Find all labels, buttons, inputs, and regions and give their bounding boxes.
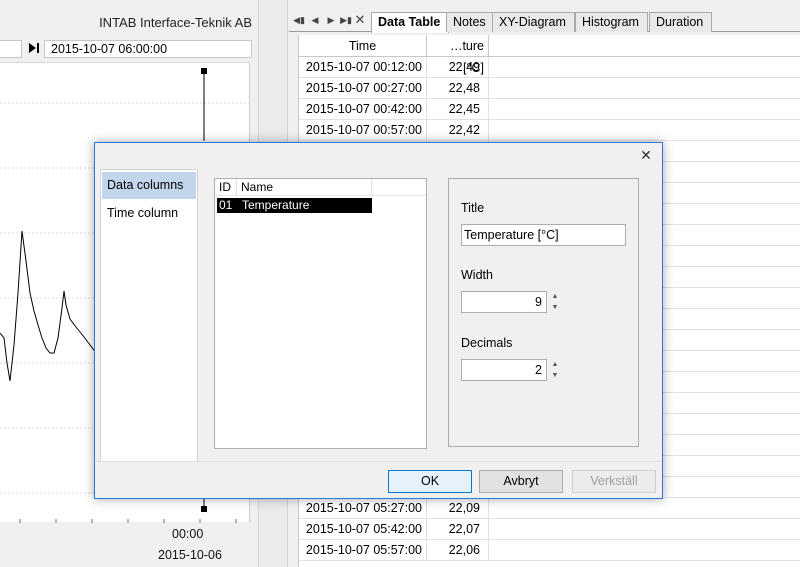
nav-start-field[interactable] [0, 40, 22, 58]
time-cell: 2015-10-07 00:57:00 [299, 120, 427, 141]
temperature-cell: 22,09 [427, 498, 489, 519]
width-down-icon[interactable]: ▼ [549, 302, 561, 313]
x-axis-ticks [19, 519, 237, 523]
cursor-marker-top [201, 68, 207, 74]
time-cell: 2015-10-07 05:27:00 [299, 498, 427, 519]
prev-tab-icon[interactable]: ◀ [309, 13, 321, 27]
time-cell: 2015-10-07 05:57:00 [299, 540, 427, 561]
play-forward-button[interactable] [27, 41, 41, 57]
temperature-series-line [0, 230, 97, 382]
list-item[interactable]: 01 Temperature [217, 198, 372, 213]
time-cell: 2015-10-07 00:12:00 [299, 57, 427, 78]
last-tab-icon[interactable]: ▶▮ [340, 13, 352, 27]
time-cell: 2015-10-07 00:27:00 [299, 78, 427, 99]
title-label: Title [461, 201, 485, 215]
width-label: Width [461, 268, 493, 282]
list-item-id: 01 [219, 198, 233, 212]
table-row[interactable]: 2015-10-07 05:27:00 22,09 [299, 498, 800, 519]
decimals-label: Decimals [461, 336, 513, 350]
list-header-id[interactable]: ID [215, 179, 237, 196]
width-stepper[interactable]: 9 [461, 291, 547, 313]
tab-histogram[interactable]: Histogram [575, 12, 648, 32]
list-item-name: Temperature [242, 198, 310, 212]
step-forward-icon [29, 43, 39, 53]
column-header-time[interactable]: Time [299, 35, 427, 57]
table-row[interactable]: 2015-10-07 00:27:00 22,48 [299, 78, 800, 99]
temperature-cell: 22,42 [427, 120, 489, 141]
tab-notes[interactable]: Notes [446, 12, 495, 32]
table-row[interactable]: 2015-10-07 00:42:00 22,45 [299, 99, 800, 120]
apply-button[interactable]: Verkställ [572, 470, 656, 493]
tab-xy-diagram[interactable]: XY-Diagram [492, 12, 575, 32]
table-row[interactable]: 2015-10-07 05:57:00 22,06 [299, 540, 800, 561]
close-icon[interactable]: ✕ [638, 147, 654, 163]
width-spin-buttons: ▲ ▼ [549, 291, 561, 313]
temperature-cell: 22,48 [427, 78, 489, 99]
decimals-spin-buttons: ▲ ▼ [549, 359, 561, 381]
temperature-cell: 22,06 [427, 540, 489, 561]
nav-item-time-column[interactable]: Time column [102, 200, 196, 227]
table-row[interactable]: 2015-10-07 00:12:00 22,49 [299, 57, 800, 78]
column-properties-panel: Title Width 9 ▲ ▼ Decimals 2 ▲ ▼ [448, 178, 639, 447]
list-header: ID Name [215, 179, 426, 196]
table-header: Time …ture [°C] [299, 35, 800, 75]
table-row[interactable]: 2015-10-07 05:42:00 22,07 [299, 519, 800, 540]
tab-data-table[interactable]: Data Table [371, 12, 450, 33]
chart-navigation: 2015-10-07 06:00:00 [0, 38, 258, 60]
x-axis-time-label: 00:00 [172, 527, 204, 541]
company-name: INTAB Interface-Teknik AB [99, 15, 252, 30]
nav-date-field[interactable]: 2015-10-07 06:00:00 [44, 40, 252, 58]
width-up-icon[interactable]: ▲ [549, 291, 561, 302]
list-header-name[interactable]: Name [237, 179, 372, 196]
decimals-up-icon[interactable]: ▲ [549, 359, 561, 370]
dialog-nav-list: Data columns Time column [100, 169, 198, 462]
time-cell: 2015-10-07 05:42:00 [299, 519, 427, 540]
ok-button[interactable]: OK [388, 470, 472, 493]
temperature-cell: 22,49 [427, 57, 489, 78]
table-row[interactable]: 2015-10-07 00:57:00 22,42 [299, 120, 800, 141]
close-tab-icon[interactable]: ✕ [354, 13, 366, 27]
tab-duration[interactable]: Duration [649, 12, 713, 32]
column-settings-dialog: ✕ Data columns Time column ID Name 01 Te… [94, 142, 663, 499]
decimals-down-icon[interactable]: ▼ [549, 370, 561, 381]
decimals-stepper[interactable]: 2 [461, 359, 547, 381]
nav-item-data-columns[interactable]: Data columns [102, 172, 196, 199]
temperature-cell: 22,45 [427, 99, 489, 120]
title-input[interactable] [461, 224, 626, 246]
first-tab-icon[interactable]: ◀▮ [293, 13, 305, 27]
temperature-cell: 22,07 [427, 519, 489, 540]
data-columns-list: ID Name 01 Temperature [214, 178, 427, 449]
dialog-button-bar: OK Avbryt Verkställ [95, 461, 662, 498]
x-axis-date-label: 2015-10-06 [158, 548, 222, 562]
cursor-marker-bottom [201, 506, 207, 512]
cancel-button[interactable]: Avbryt [479, 470, 563, 493]
tab-strip: ◀▮ ◀ ▶ ▶▮ ✕ Data Table Notes XY-Diagram … [289, 10, 800, 33]
next-tab-icon[interactable]: ▶ [325, 13, 337, 27]
column-header-temperature[interactable]: …ture [°C] [427, 35, 489, 75]
time-cell: 2015-10-07 00:42:00 [299, 99, 427, 120]
